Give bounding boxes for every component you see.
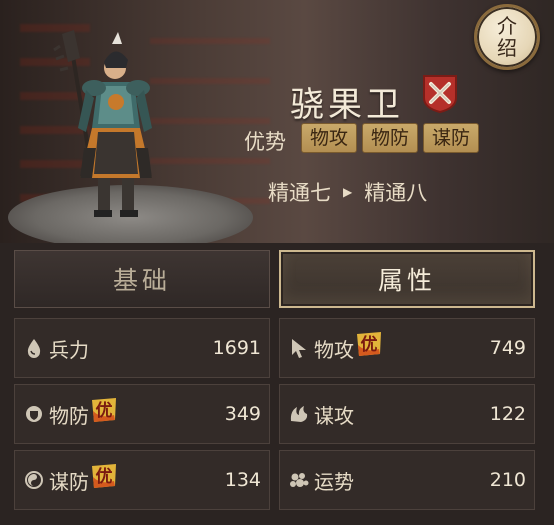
advantage-tag: 物攻: [301, 123, 358, 153]
stat-label: 谋攻: [314, 403, 354, 428]
stat-value: 1691: [212, 337, 261, 359]
stat-strategy-attack: 谋攻 122: [279, 384, 535, 444]
cloud-icon: [288, 469, 310, 491]
advantage-tag: 物防: [362, 123, 419, 153]
advantage-mark-text: 优: [96, 466, 113, 487]
advantage-mark-text: 优: [96, 400, 113, 421]
mastery-current: 精通七: [268, 181, 331, 205]
intro-button[interactable]: 介绍: [474, 4, 540, 70]
tab-basic-label: 基础: [112, 266, 171, 295]
stat-label: 兵力: [49, 337, 89, 362]
advantage-tag: 谋防: [423, 123, 480, 153]
stat-label: 物防: [49, 403, 89, 428]
stat-strategy-defense: 谋防 优 134: [14, 450, 270, 510]
stat-value: 134: [224, 469, 261, 491]
stat-label: 运势: [314, 469, 354, 494]
stat-value: 749: [489, 337, 526, 359]
taiji-icon: [23, 469, 45, 491]
stat-value: 349: [224, 403, 261, 425]
intro-button-label: 介绍: [497, 14, 517, 60]
mastery-next: 精通八: [364, 181, 428, 205]
advantage-label: 优势: [244, 130, 286, 154]
tab-basic[interactable]: 基础: [14, 250, 270, 308]
play-arrow-icon: ▶: [343, 185, 353, 199]
advantage-mark-icon: 优: [357, 332, 381, 356]
tab-attributes-label: 属性: [377, 266, 436, 295]
stat-value: 210: [489, 469, 526, 491]
drop-icon: [23, 337, 45, 359]
stat-label: 谋防: [49, 469, 89, 494]
advantage-tags: 物攻 物防 谋防: [301, 123, 480, 153]
stat-fortune: 运势 210: [279, 450, 535, 510]
stat-troops: 兵力 1691: [14, 318, 270, 378]
unit-name: 骁果卫: [290, 85, 404, 125]
unit-figure-image: [53, 30, 152, 217]
mastery-progression: 精通七 ▶ 精通八: [268, 177, 427, 207]
tab-attributes[interactable]: 属性: [279, 250, 535, 308]
flame-icon: [288, 403, 310, 425]
stat-label: 物攻: [314, 337, 354, 362]
cursor-arrow-icon: [288, 337, 310, 359]
advantage-mark-icon: 优: [92, 398, 116, 422]
shield-icon: [23, 403, 45, 425]
stat-physical-attack: 物攻 优 749: [279, 318, 535, 378]
stat-physical-defense: 物防 优 349: [14, 384, 270, 444]
advantage-mark-icon: 优: [92, 464, 116, 488]
unit-type-badge-icon: [423, 75, 457, 114]
advantage-mark-text: 优: [361, 334, 378, 355]
stat-value: 122: [489, 403, 526, 425]
